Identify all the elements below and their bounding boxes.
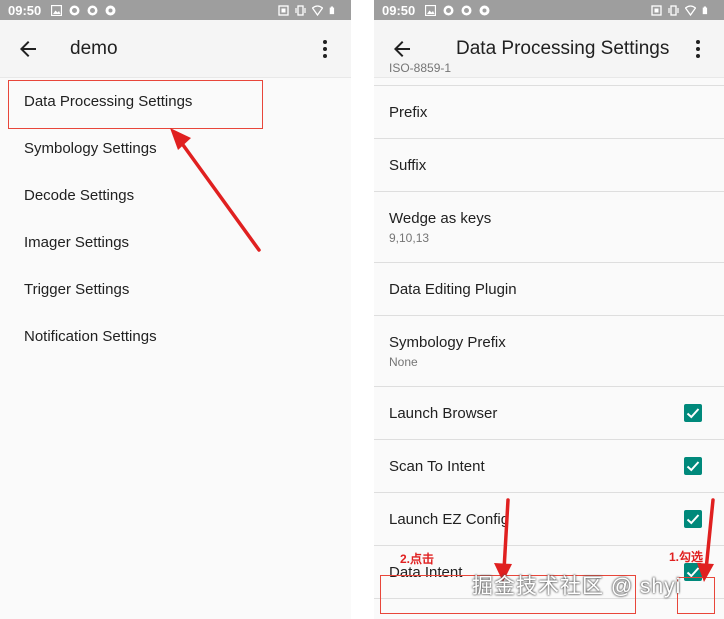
app-toolbar: demo [0, 20, 351, 78]
pref-title: Data Editing Plugin [389, 280, 517, 298]
menu-item-symbology[interactable]: Symbology Settings [0, 125, 351, 172]
vibrate-icon [668, 4, 679, 16]
pref-title: Launch EZ Config [389, 510, 510, 528]
status-bar: 09:50 [374, 0, 724, 20]
more-vert-icon[interactable] [313, 37, 337, 61]
page-title: Data Processing Settings [456, 37, 670, 59]
pref-suffix[interactable]: Suffix [374, 139, 724, 192]
screenshot-icon [278, 4, 289, 16]
pref-data-editing-plugin[interactable]: Data Editing Plugin [374, 263, 724, 316]
pref-title: Prefix [389, 103, 428, 121]
annotation-step1-label: 1.勾选 [669, 550, 704, 564]
pref-title: Symbology Prefix [389, 333, 506, 351]
pref-summary: 9,10,13 [389, 230, 430, 245]
page-title: demo [70, 37, 118, 59]
launch-ez-config-checkbox[interactable] [684, 510, 702, 528]
scan-to-intent-checkbox[interactable] [684, 457, 702, 475]
image-icon [425, 4, 437, 16]
highlight-data-processing [8, 80, 263, 129]
pref-charset-partial[interactable]: ISO-8859-1 [374, 58, 724, 86]
status-bar: 09:50 [0, 0, 351, 20]
pref-title: Wedge as keys [389, 209, 492, 227]
pref-wedge-as-keys[interactable]: Wedge as keys 9,10,13 [374, 192, 724, 263]
pref-summary: ISO-8859-1 [389, 61, 452, 75]
preference-list: ISO-8859-1 Prefix Suffix Wedge as keys 9… [374, 58, 724, 599]
highlight-data-intent-checkbox [677, 577, 715, 614]
wifi-icon [685, 4, 696, 16]
chrome-icon [479, 5, 490, 15]
pref-launch-browser[interactable]: Launch Browser [374, 387, 724, 440]
menu-item-decode[interactable]: Decode Settings [0, 172, 351, 219]
battery-icon [702, 6, 708, 14]
pref-title: Suffix [389, 156, 427, 174]
annotation-step2-label: 2.点击 [400, 552, 435, 566]
pref-summary: None [389, 354, 418, 369]
sync-icon [443, 5, 454, 15]
image-icon [51, 4, 63, 16]
sync-icon [69, 5, 80, 15]
menu-item-notification[interactable]: Notification Settings [0, 313, 351, 360]
wifi-icon [312, 4, 323, 16]
menu-item-imager[interactable]: Imager Settings [0, 219, 351, 266]
watermark: 掘金技术社区 @ shyi [472, 575, 682, 598]
right-screen: 09:50 Data Processing Settings ISO-8859-… [374, 0, 724, 619]
status-time: 09:50 [382, 2, 416, 18]
sync-icon-2 [87, 5, 98, 15]
battery-icon [329, 6, 335, 14]
check-icon [686, 514, 700, 525]
check-icon [686, 461, 700, 472]
back-arrow-icon[interactable] [390, 37, 414, 61]
sync-icon-2 [461, 5, 472, 15]
pref-symbology-prefix[interactable]: Symbology Prefix None [374, 316, 724, 387]
back-arrow-icon[interactable] [16, 37, 40, 61]
status-time: 09:50 [8, 2, 42, 18]
check-icon [686, 408, 700, 419]
menu-item-trigger[interactable]: Trigger Settings [0, 266, 351, 313]
pref-scan-to-intent[interactable]: Scan To Intent [374, 440, 724, 493]
pref-title: Scan To Intent [389, 457, 485, 475]
vibrate-icon [295, 4, 306, 16]
screenshot-icon [651, 4, 662, 16]
pref-launch-ez-config[interactable]: Launch EZ Config [374, 493, 724, 546]
chrome-icon [105, 5, 116, 15]
launch-browser-checkbox[interactable] [684, 404, 702, 422]
pref-title: Launch Browser [389, 404, 498, 422]
pref-prefix[interactable]: Prefix [374, 86, 724, 139]
screen-gap [351, 0, 374, 619]
